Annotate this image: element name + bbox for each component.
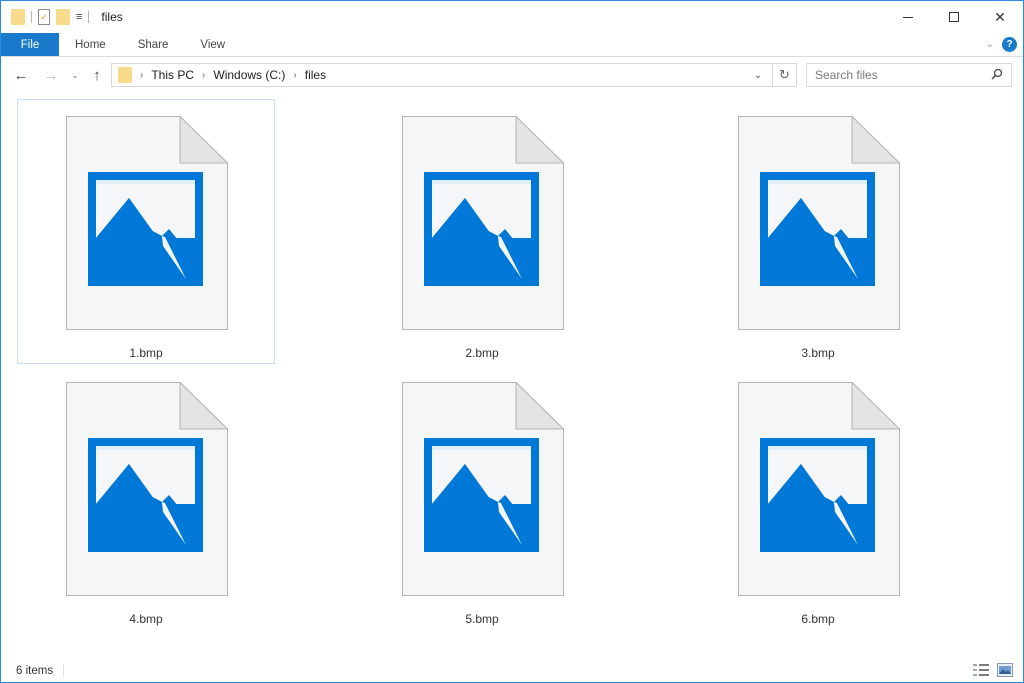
- navigation-bar: ← → ⌄ ↑ › This PC › Windows (C:) › files…: [1, 61, 1023, 89]
- tab-share[interactable]: Share: [122, 33, 185, 56]
- status-bar: 6 items: [1, 659, 1023, 683]
- refresh-icon: ↻: [779, 67, 790, 82]
- file-item[interactable]: 6.bmp: [689, 365, 947, 630]
- ribbon-tabs: File Home Share View ⌄ ?: [1, 33, 1023, 57]
- image-sky-highlight: [432, 180, 531, 184]
- up-button[interactable]: ↑: [85, 63, 109, 87]
- tab-file[interactable]: File: [1, 33, 59, 56]
- file-explorer-window: ✓ ≡ files ✕ File Home Share View ⌄ ? ← →…: [0, 0, 1024, 683]
- file-name: 6.bmp: [801, 612, 835, 626]
- customize-dropdown-icon[interactable]: ≡: [76, 11, 82, 23]
- help-icon[interactable]: ?: [1002, 37, 1017, 52]
- close-button[interactable]: ✕: [977, 1, 1023, 33]
- page-fold: [179, 116, 228, 164]
- bmp-image-file-icon: [66, 382, 228, 596]
- image-sky-highlight: [96, 446, 195, 450]
- bmp-image-file-icon: [66, 116, 228, 330]
- page-fold: [851, 382, 900, 430]
- search-box: [806, 63, 1012, 87]
- file-item[interactable]: 1.bmp: [17, 99, 275, 364]
- forward-button[interactable]: →: [39, 63, 63, 87]
- file-name: 3.bmp: [801, 346, 835, 360]
- ribbon-right-controls: ⌄ ?: [986, 33, 1023, 56]
- search-input[interactable]: [815, 68, 985, 82]
- window-title: files: [101, 10, 123, 24]
- new-folder-icon[interactable]: [56, 9, 70, 25]
- close-icon: ✕: [994, 8, 1006, 25]
- status-divider: [63, 664, 65, 678]
- breadcrumb-windows-c[interactable]: Windows (C:): [213, 68, 285, 82]
- back-arrow-icon: ←: [13, 66, 29, 84]
- maximize-icon: [949, 12, 959, 22]
- image-sky-highlight: [96, 180, 195, 184]
- file-item[interactable]: 5.bmp: [353, 365, 611, 630]
- bmp-image-file-icon: [738, 116, 900, 330]
- maximize-button[interactable]: [931, 1, 977, 33]
- toolbar-divider: [31, 11, 32, 23]
- page-fold: [851, 116, 900, 164]
- minimize-button[interactable]: [885, 1, 931, 33]
- item-count: 6 items: [16, 665, 54, 677]
- expand-ribbon-chevron-icon[interactable]: ⌄: [986, 39, 994, 50]
- large-icons-view-icon: [997, 663, 1013, 677]
- minimize-icon: [903, 16, 913, 18]
- image-sky-highlight: [768, 446, 867, 450]
- address-history-dropdown-icon[interactable]: ⌄: [750, 64, 766, 86]
- tab-home[interactable]: Home: [59, 33, 122, 56]
- image-sky-highlight: [768, 180, 867, 184]
- breadcrumb-separator[interactable]: ›: [293, 70, 296, 81]
- title-bar: ✓ ≡ files ✕: [1, 1, 1023, 33]
- up-arrow-icon: ↑: [93, 66, 101, 84]
- bmp-image-file-icon: [738, 382, 900, 596]
- back-button[interactable]: ←: [9, 63, 33, 87]
- image-sky-highlight: [432, 446, 531, 450]
- folder-icon[interactable]: [11, 9, 25, 25]
- bmp-image-file-icon: [402, 382, 564, 596]
- file-item[interactable]: 2.bmp: [353, 99, 611, 364]
- details-view-icon: [973, 664, 989, 676]
- file-name: 2.bmp: [465, 346, 499, 360]
- details-view-button[interactable]: [973, 663, 989, 677]
- chevron-down-icon: ⌄: [71, 69, 79, 80]
- toolbar-divider: [88, 11, 90, 23]
- page-fold: [515, 382, 564, 430]
- address-bar[interactable]: › This PC › Windows (C:) › files ⌄ ↻: [111, 63, 797, 87]
- folder-icon: [118, 67, 132, 83]
- search-icon[interactable]: [991, 68, 1003, 83]
- recent-locations-button[interactable]: ⌄: [67, 63, 83, 87]
- forward-arrow-icon: →: [43, 66, 59, 84]
- file-list: 1.bmp 2.bmp 3.bmp 4.bmp 5.bmp 6.bmp: [1, 93, 1023, 648]
- refresh-button[interactable]: ↻: [772, 64, 796, 86]
- large-icons-view-button[interactable]: [997, 663, 1013, 677]
- file-name: 1.bmp: [129, 346, 163, 360]
- breadcrumb-separator[interactable]: ›: [140, 70, 143, 81]
- bmp-image-file-icon: [402, 116, 564, 330]
- tab-view[interactable]: View: [184, 33, 241, 56]
- page-fold: [515, 116, 564, 164]
- window-controls: ✕: [885, 1, 1023, 33]
- breadcrumb-this-pc[interactable]: This PC: [151, 68, 194, 82]
- breadcrumb-files[interactable]: files: [305, 68, 326, 82]
- quick-access-toolbar: ✓ ≡ files: [1, 1, 123, 33]
- view-toggle: [973, 663, 1013, 677]
- file-name: 4.bmp: [129, 612, 163, 626]
- properties-icon[interactable]: ✓: [38, 9, 50, 25]
- file-item[interactable]: 4.bmp: [17, 365, 275, 630]
- file-name: 5.bmp: [465, 612, 499, 626]
- file-item[interactable]: 3.bmp: [689, 99, 947, 364]
- breadcrumb-separator[interactable]: ›: [202, 70, 205, 81]
- page-fold: [179, 382, 228, 430]
